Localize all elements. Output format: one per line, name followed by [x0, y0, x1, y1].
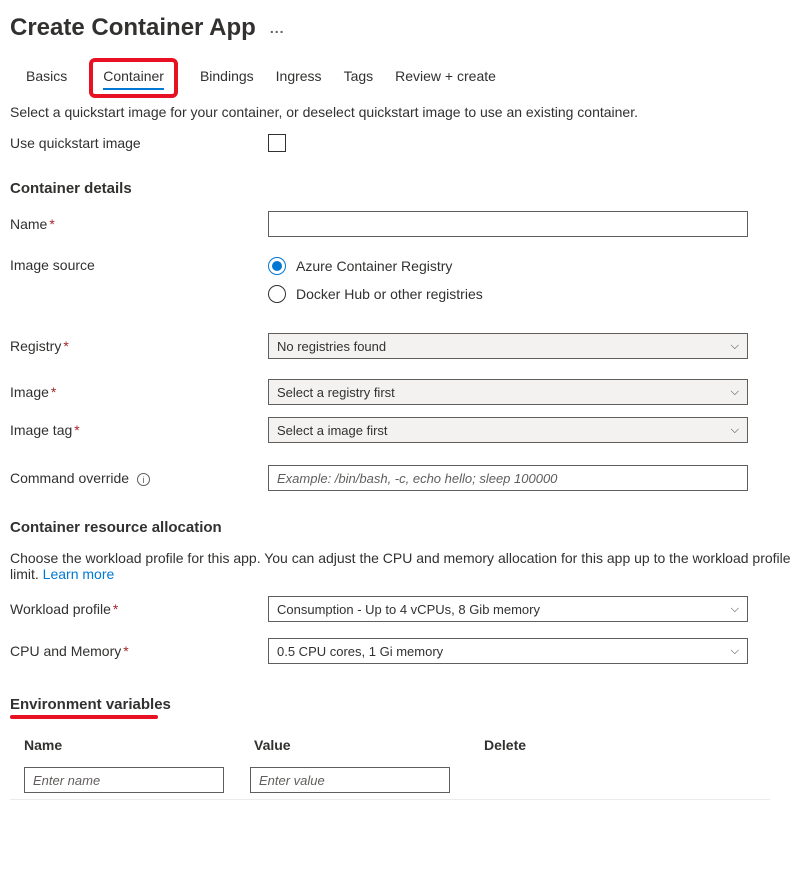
- env-col-value: Value: [254, 737, 484, 753]
- cmd-input[interactable]: [268, 465, 748, 491]
- tab-review-create[interactable]: Review + create: [395, 68, 496, 90]
- chevron-down-icon: ⌵: [731, 340, 739, 353]
- name-row: Name*: [10, 211, 793, 237]
- cmd-label: Command override i: [10, 470, 268, 487]
- image-source-label: Image source: [10, 257, 268, 273]
- cmd-row: Command override i: [10, 465, 793, 491]
- tab-basics[interactable]: Basics: [26, 68, 67, 90]
- required-mark: *: [113, 601, 118, 617]
- resource-helper-text: Choose the workload profile for this app…: [10, 550, 791, 582]
- image-value: Select a registry first: [277, 385, 395, 400]
- tab-bindings[interactable]: Bindings: [200, 68, 254, 90]
- page-title-row: Create Container App ...: [10, 14, 793, 42]
- image-label-text: Image: [10, 384, 49, 400]
- chevron-down-icon: ⌵: [731, 603, 739, 616]
- image-source-row: Image source Azure Container Registry Do…: [10, 257, 793, 313]
- cpu-value: 0.5 CPU cores, 1 Gi memory: [277, 644, 443, 659]
- env-row: [10, 761, 770, 800]
- env-col-delete: Delete: [484, 737, 584, 753]
- name-label-text: Name: [10, 216, 47, 232]
- required-mark: *: [123, 643, 128, 659]
- tab-container[interactable]: Container: [103, 68, 164, 90]
- cpu-row: CPU and Memory* 0.5 CPU cores, 1 Gi memo…: [10, 638, 793, 664]
- info-icon[interactable]: i: [137, 473, 150, 486]
- resource-helper: Choose the workload profile for this app…: [10, 550, 793, 582]
- image-tag-value: Select a image first: [277, 423, 388, 438]
- required-mark: *: [74, 422, 79, 438]
- chevron-down-icon: ⌵: [731, 386, 739, 399]
- radio-acr[interactable]: [268, 257, 286, 275]
- radio-acr-row[interactable]: Azure Container Registry: [268, 257, 748, 275]
- name-input[interactable]: [268, 211, 748, 237]
- page-title: Create Container App: [10, 14, 256, 42]
- tab-ingress[interactable]: Ingress: [276, 68, 322, 90]
- env-value-input[interactable]: [250, 767, 450, 793]
- radio-docker-row[interactable]: Docker Hub or other registries: [268, 285, 748, 303]
- env-table: Name Value Delete: [10, 737, 770, 800]
- image-row: Image* Select a registry first ⌵: [10, 379, 793, 405]
- image-tag-select[interactable]: Select a image first ⌵: [268, 417, 748, 443]
- chevron-down-icon: ⌵: [731, 645, 739, 658]
- cpu-select[interactable]: 0.5 CPU cores, 1 Gi memory ⌵: [268, 638, 748, 664]
- intro-text: Select a quickstart image for your conta…: [10, 104, 793, 120]
- cmd-label-text: Command override: [10, 470, 129, 486]
- image-tag-label: Image tag*: [10, 422, 268, 438]
- tabs-nav: Basics Container Bindings Ingress Tags R…: [10, 68, 793, 90]
- tab-tags[interactable]: Tags: [344, 68, 374, 90]
- registry-select[interactable]: No registries found ⌵: [268, 333, 748, 359]
- workload-label-text: Workload profile: [10, 601, 111, 617]
- section-resource-allocation: Container resource allocation: [10, 519, 793, 536]
- radio-docker-label: Docker Hub or other registries: [296, 286, 483, 302]
- quickstart-row: Use quickstart image: [10, 134, 793, 152]
- name-label: Name*: [10, 216, 268, 232]
- chevron-down-icon: ⌵: [731, 424, 739, 437]
- cpu-label-text: CPU and Memory: [10, 643, 121, 659]
- tab-container-highlight: Container: [89, 58, 178, 98]
- section-container-details: Container details: [10, 180, 793, 197]
- image-label: Image*: [10, 384, 268, 400]
- workload-row: Workload profile* Consumption - Up to 4 …: [10, 596, 793, 622]
- image-tag-row: Image tag* Select a image first ⌵: [10, 417, 793, 443]
- quickstart-checkbox[interactable]: [268, 134, 286, 152]
- registry-row: Registry* No registries found ⌵: [10, 333, 793, 359]
- radio-docker[interactable]: [268, 285, 286, 303]
- image-select[interactable]: Select a registry first ⌵: [268, 379, 748, 405]
- more-icon[interactable]: ...: [270, 20, 285, 36]
- quickstart-label: Use quickstart image: [10, 135, 268, 151]
- required-mark: *: [49, 216, 54, 232]
- required-mark: *: [51, 384, 56, 400]
- env-name-input[interactable]: [24, 767, 224, 793]
- env-col-name: Name: [24, 737, 254, 753]
- cpu-label: CPU and Memory*: [10, 643, 268, 659]
- image-tag-label-text: Image tag: [10, 422, 72, 438]
- learn-more-link[interactable]: Learn more: [43, 566, 115, 582]
- env-underline-annotation: [10, 715, 158, 719]
- workload-value: Consumption - Up to 4 vCPUs, 8 Gib memor…: [277, 602, 540, 617]
- env-table-head: Name Value Delete: [10, 737, 770, 761]
- registry-label-text: Registry: [10, 338, 61, 354]
- required-mark: *: [63, 338, 68, 354]
- radio-acr-label: Azure Container Registry: [296, 258, 452, 274]
- workload-select[interactable]: Consumption - Up to 4 vCPUs, 8 Gib memor…: [268, 596, 748, 622]
- registry-value: No registries found: [277, 339, 386, 354]
- registry-label: Registry*: [10, 338, 268, 354]
- section-env-vars: Environment variables: [10, 696, 793, 713]
- workload-label: Workload profile*: [10, 601, 268, 617]
